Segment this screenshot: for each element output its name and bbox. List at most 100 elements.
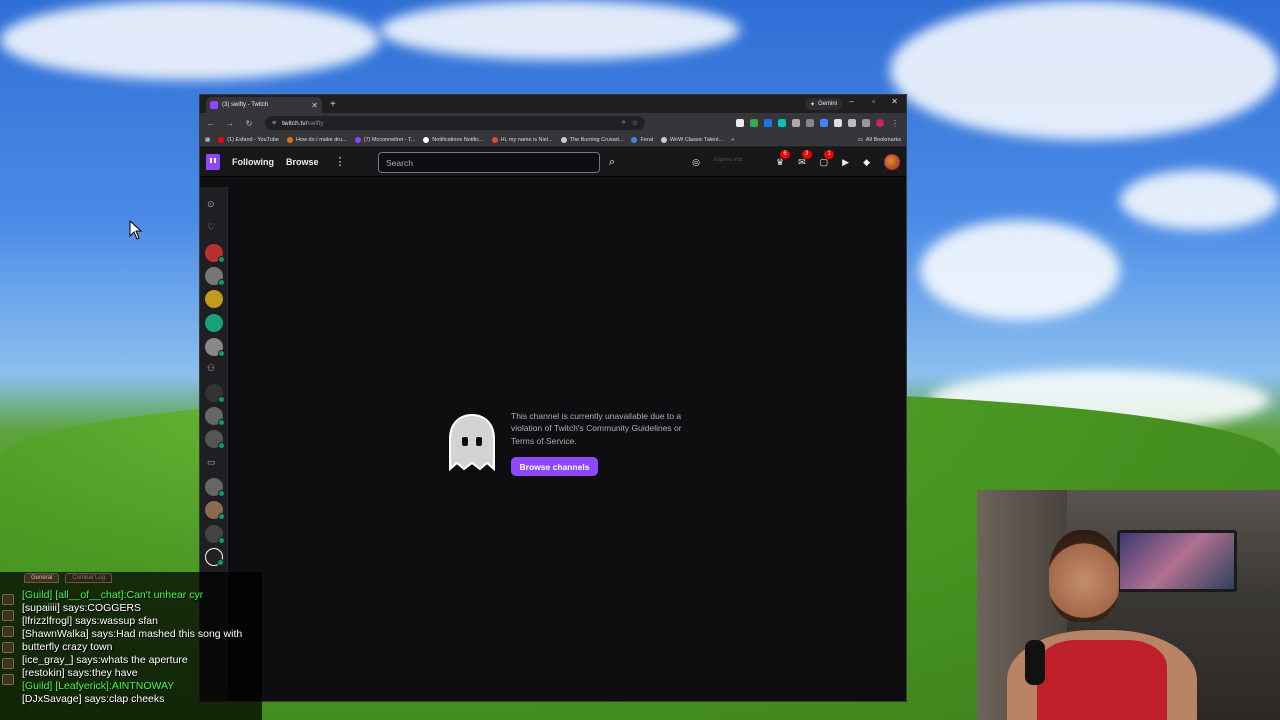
bookmark-item[interactable]: Hi, my name is Niel... <box>491 136 553 143</box>
search-icon[interactable]: ⌕ <box>603 152 621 173</box>
youtube-icon <box>218 136 225 143</box>
chat-menu-icon[interactable] <box>2 594 14 605</box>
live-dot <box>217 559 224 566</box>
live-dot <box>218 442 225 449</box>
extension-icon[interactable] <box>778 118 786 127</box>
search-input[interactable]: Search <box>378 152 600 173</box>
followed-channel-avatar[interactable] <box>205 244 225 263</box>
chevron-right-icon[interactable]: » <box>731 137 734 143</box>
streamer-head <box>1049 530 1119 622</box>
recommended-icon: ⚇ <box>207 363 216 373</box>
gemini-button[interactable]: ✦ Gemini <box>804 98 842 110</box>
whispers-icon[interactable]: ▢ 1 <box>820 149 835 168</box>
chat-bottom-icon[interactable] <box>2 674 14 685</box>
site-info-icon[interactable]: ≡ <box>272 120 276 127</box>
expand-sidebar-icon[interactable]: ⊙ <box>207 199 215 210</box>
twitch-top-nav: Following Browse ⋮ Search ⌕ ◎ Express Vo… <box>200 147 906 177</box>
channel-avatar[interactable] <box>205 501 225 520</box>
globe-icon <box>560 136 567 143</box>
folder-icon: ▭ <box>857 136 863 143</box>
tab-title: (3) swifty - Twitch <box>222 102 269 108</box>
new-tab-icon[interactable]: + <box>330 99 336 110</box>
profile-avatar[interactable] <box>876 118 884 127</box>
followed-channel-avatar[interactable] <box>205 314 223 332</box>
tab-combat-log[interactable]: Combat Log <box>65 573 113 583</box>
chat-down-icon[interactable] <box>2 626 14 637</box>
apps-icon[interactable]: ▦ <box>205 137 210 143</box>
twitch-logo-icon[interactable] <box>206 153 220 170</box>
prime-crown-icon[interactable]: ◎ <box>692 157 700 168</box>
close-tab-icon[interactable]: ✕ <box>311 101 318 110</box>
channel-avatar[interactable] <box>205 548 224 566</box>
followed-channel-avatar[interactable] <box>205 290 223 308</box>
tab-strip: (3) swifty - Twitch ✕ + ✦ Gemini – ▫ ✕ <box>200 95 906 113</box>
live-dot <box>218 419 225 426</box>
ghost-icon <box>449 413 495 471</box>
back-icon[interactable]: ← <box>206 119 216 128</box>
notification-badge: 6 <box>780 149 791 159</box>
extension-icon[interactable] <box>806 118 814 127</box>
all-bookmarks-button[interactable]: ▭ All Bookmarks <box>858 137 901 143</box>
tab-general[interactable]: General <box>24 573 60 583</box>
bookmark-item[interactable]: Notifications Notific... <box>423 136 484 143</box>
extension-icon[interactable] <box>764 118 772 127</box>
twitch-top-actions: ◎ Express Vod ♛ 6 ✉ 3 ▢ 1 ▶ ◆ <box>692 147 900 177</box>
chat-line: [ShawnWalka] says:Had mashed this song w… <box>22 628 243 653</box>
bookmark-item[interactable]: (1) Esfand - YouTube <box>218 136 279 143</box>
channel-avatar[interactable] <box>205 525 225 544</box>
video-icon[interactable]: ▶ <box>842 157 849 168</box>
channel-avatar[interactable] <box>205 478 225 497</box>
extension-icon[interactable] <box>834 118 842 127</box>
browse-link[interactable]: Browse <box>286 157 319 167</box>
crown-icon[interactable]: ♛ 6 <box>776 149 791 168</box>
minimize-icon[interactable]: – <box>850 97 854 106</box>
followed-channel-avatar[interactable] <box>205 267 225 286</box>
bookmark-star-icon[interactable]: ☆ <box>632 119 638 127</box>
recommended-channel-avatar[interactable] <box>205 407 225 426</box>
bookmark-item[interactable]: WoW Classic Talent... <box>660 136 723 143</box>
bits-icon[interactable]: ◆ <box>863 157 870 168</box>
extension-icon[interactable] <box>792 118 800 127</box>
maximize-icon[interactable]: ▫ <box>872 97 875 106</box>
extension-icon[interactable] <box>750 118 758 127</box>
live-dot <box>218 350 225 357</box>
chat-channel-icon[interactable] <box>2 642 14 653</box>
browser-tab[interactable]: (3) swifty - Twitch ✕ <box>206 97 322 113</box>
extension-icon[interactable] <box>820 118 828 127</box>
bookmark-item[interactable]: (7) Mcconnellret - T... <box>354 136 415 143</box>
chat-line: [ice_gray_] says:whats the aperture <box>22 654 188 666</box>
following-link[interactable]: Following <box>232 157 274 167</box>
recommended-channel-avatar[interactable] <box>205 430 225 449</box>
bookmark-item[interactable]: How do I make dru... <box>286 136 347 143</box>
close-window-icon[interactable]: ✕ <box>891 97 898 106</box>
twitch-icon <box>354 136 361 143</box>
reload-icon[interactable]: ↻ <box>244 119 254 128</box>
user-avatar[interactable] <box>884 154 900 170</box>
bookmark-item[interactable]: The Burning Crusad... <box>560 136 623 143</box>
bookmark-item[interactable]: Feral <box>631 136 653 143</box>
prime-input[interactable]: Express Vod <box>714 157 762 167</box>
recommended-channel-avatar[interactable] <box>205 384 225 403</box>
zoom-icon[interactable]: ⌕ <box>622 119 626 127</box>
gemini-label: Gemini <box>817 101 837 107</box>
live-dot <box>218 279 225 286</box>
bookmark-favicon-icon <box>286 136 293 143</box>
sparkle-icon: ✦ <box>809 101 815 108</box>
chat-voice-icon[interactable] <box>2 658 14 669</box>
chat-up-icon[interactable] <box>2 610 14 621</box>
forward-icon[interactable]: → <box>225 119 235 128</box>
address-input[interactable]: ≡ twitch.tv/swifty ⌕ ☆ <box>265 116 645 130</box>
sidepanel-icon[interactable] <box>862 118 870 127</box>
webcam-feed <box>977 490 1280 720</box>
more-kebab-icon[interactable]: ⋮ <box>335 155 346 168</box>
streamer-shirt <box>1037 640 1167 720</box>
channel-content: This channel is currently unavailable du… <box>228 187 906 701</box>
puzzle-icon[interactable] <box>848 118 856 127</box>
extension-icon[interactable] <box>736 118 744 127</box>
browse-channels-button[interactable]: Browse channels <box>511 457 598 476</box>
bookmarks-bar: ▦ (1) Esfand - YouTube How do I make dru… <box>200 133 906 147</box>
inbox-icon[interactable]: ✉ 3 <box>798 149 812 168</box>
followed-channel-avatar[interactable] <box>205 338 225 357</box>
bookmark-favicon-icon <box>491 136 498 143</box>
menu-kebab-icon[interactable]: ⋮ <box>890 119 900 128</box>
